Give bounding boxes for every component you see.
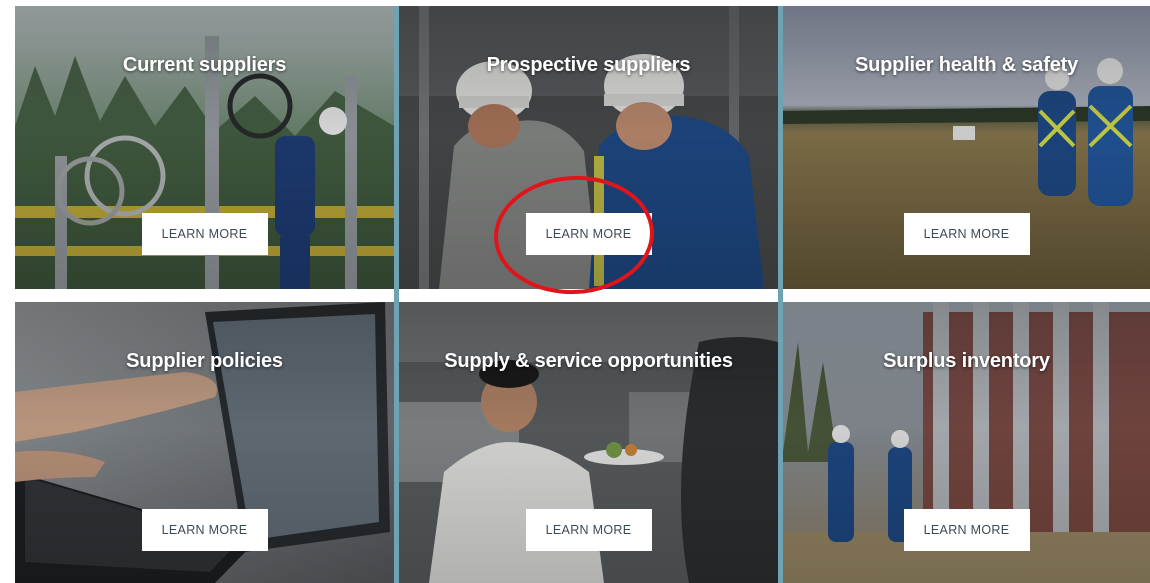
learn-more-button[interactable]: LEARN MORE xyxy=(903,213,1030,255)
card-prospective-suppliers[interactable]: Prospective suppliers LEARN MORE xyxy=(399,6,778,289)
column-divider xyxy=(394,6,399,583)
learn-more-button[interactable]: LEARN MORE xyxy=(525,509,652,551)
card-title: Prospective suppliers xyxy=(486,54,691,76)
card-supplier-policies[interactable]: Supplier policies LEARN MORE xyxy=(15,302,394,583)
learn-more-button[interactable]: LEARN MORE xyxy=(903,509,1030,551)
card-supply-service-opportunities[interactable]: Supply & service opportunities LEARN MOR… xyxy=(399,302,778,583)
card-title: Supplier health & safety xyxy=(854,54,1079,76)
card-title: Current suppliers xyxy=(122,54,287,76)
card-title: Supplier policies xyxy=(126,350,283,372)
card-current-suppliers[interactable]: Current suppliers LEARN MORE xyxy=(15,6,394,289)
learn-more-button[interactable]: LEARN MORE xyxy=(141,213,268,255)
card-supplier-health-safety[interactable]: Supplier health & safety LEARN MORE xyxy=(783,6,1150,289)
supplier-card-grid: Current suppliers LEARN MORE Prospective… xyxy=(15,6,1150,583)
card-title: Surplus inventory xyxy=(883,350,1050,372)
learn-more-button[interactable]: LEARN MORE xyxy=(141,509,268,551)
card-title: Supply & service opportunities xyxy=(444,350,733,372)
card-surplus-inventory[interactable]: Surplus inventory LEARN MORE xyxy=(783,302,1150,583)
column-divider xyxy=(778,6,783,583)
learn-more-button[interactable]: LEARN MORE xyxy=(525,213,652,255)
